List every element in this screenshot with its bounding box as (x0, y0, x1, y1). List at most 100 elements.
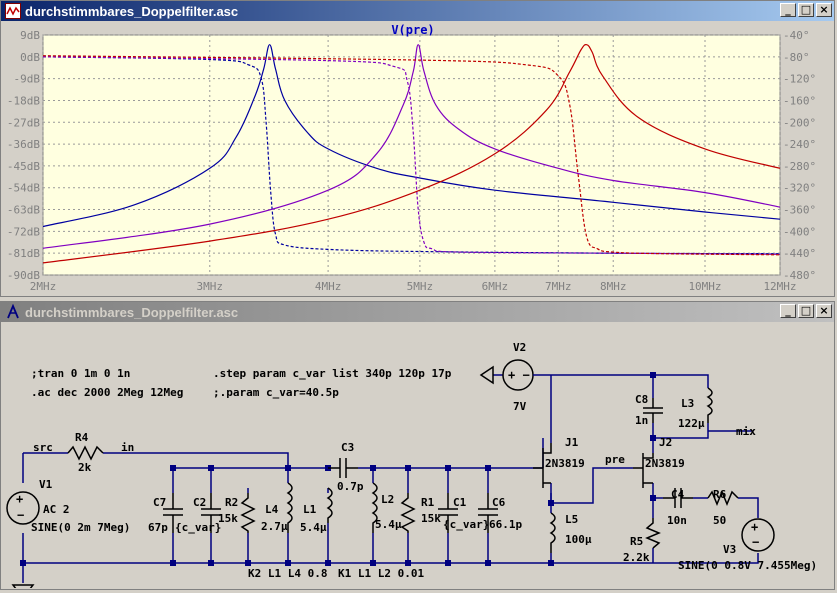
y2-tick-label[interactable]: -40° (783, 29, 810, 42)
svg-text:+ −: + − (508, 368, 530, 382)
y-tick-label[interactable]: -18dB (7, 94, 40, 107)
label-r5: R5 (630, 535, 643, 548)
minimize-button[interactable]: _ (780, 3, 796, 17)
y2-tick-label[interactable]: -80° (783, 51, 810, 64)
label-v1-sine: SINE(0 2m 7Meg) (31, 521, 130, 534)
x-tick-label[interactable]: 8MHz (600, 280, 627, 293)
x-tick-label[interactable]: 6MHz (482, 280, 509, 293)
svg-text:−: − (17, 508, 24, 522)
schematic-maximize-button[interactable]: □ (798, 304, 814, 318)
label-c7: C7 (153, 496, 166, 509)
label-v1-value: AC 2 (43, 503, 70, 516)
close-button[interactable]: × (816, 3, 832, 17)
label-l5: L5 (565, 513, 578, 526)
y2-tick-label[interactable]: -360° (783, 204, 816, 217)
y-tick-label[interactable]: -45dB (7, 160, 40, 173)
label-v2: V2 (513, 341, 526, 354)
label-j1-value: 2N3819 (545, 457, 585, 470)
label-l3: L3 (681, 397, 694, 410)
x-tick-label[interactable]: 3MHz (197, 280, 224, 293)
label-r2-value: 15k (218, 512, 238, 525)
x-tick-label[interactable]: 10MHz (688, 280, 721, 293)
label-l3-value: 122µ (678, 417, 705, 430)
schematic-titlebar[interactable]: durchstimmbares_Doppelfilter.asc _ □ × (1, 302, 834, 322)
schematic-canvas[interactable]: ;tran 0 1m 0 1n .ac dec 2000 2Meg 12Meg … (3, 323, 834, 593)
plot-area[interactable]: V(pre) 9dB 0dB -9dB -18dB -27dB -36dB -45dB -54… (3, 22, 834, 295)
label-r4: R4 (75, 431, 89, 444)
schematic-icon (7, 304, 19, 319)
directive-param[interactable]: ;.param c_var=40.5p (213, 386, 339, 399)
waveform-icon (5, 3, 21, 19)
label-r2: R2 (225, 496, 238, 509)
maximize-button[interactable]: □ (798, 3, 814, 17)
label-l1: L1 (303, 503, 317, 516)
plot-window[interactable]: durchstimmbares_Doppelfilter.asc _ □ × V… (0, 0, 835, 297)
y-tick-label[interactable]: -63dB (7, 204, 40, 217)
label-l4: L4 (265, 503, 279, 516)
plot-background (42, 34, 781, 276)
svg-text:+: + (16, 492, 23, 506)
label-v3: V3 (723, 543, 736, 556)
y-tick-label[interactable]: 9dB (20, 29, 40, 42)
label-r1-value: 15k (421, 512, 441, 525)
x-tick-label[interactable]: 4MHz (315, 280, 342, 293)
label-c7-value: 67p (148, 521, 168, 534)
y-tick-label[interactable]: -54dB (7, 182, 40, 195)
y-tick-label[interactable]: -36dB (7, 138, 40, 151)
label-c3-value: 0.7p (337, 480, 364, 493)
label-r6-value: 50 (713, 514, 726, 527)
label-c4: C4 (671, 488, 685, 501)
label-pre: pre (605, 453, 625, 466)
y-tick-label[interactable]: 0dB (20, 51, 40, 64)
schematic-close-button[interactable]: × (816, 304, 832, 318)
schematic-minimize-button[interactable]: _ (780, 304, 796, 318)
x-tick-label[interactable]: 7MHz (545, 280, 572, 293)
x-tick-label[interactable]: 5MHz (407, 280, 434, 293)
label-c6: C6 (492, 496, 506, 509)
y-tick-label[interactable]: -9dB (14, 73, 41, 86)
x-tick-label[interactable]: 2MHz (30, 280, 57, 293)
y2-tick-label[interactable]: -280° (783, 160, 816, 173)
y2-tick-label[interactable]: -200° (783, 116, 816, 129)
y-tick-label[interactable]: -81dB (7, 247, 40, 260)
svg-text:+: + (751, 520, 758, 534)
label-v1: V1 (39, 478, 53, 491)
directive-tran[interactable]: ;tran 0 1m 0 1n (31, 367, 130, 380)
label-l4-value: 2.7µ (261, 520, 288, 533)
label-v2-value: 7V (513, 400, 527, 413)
label-c4-value: 10n (667, 514, 687, 527)
label-k2: K2 L1 L4 0.8 (248, 567, 327, 580)
directive-step[interactable]: .step param c_var list 340p 120p 17p (213, 367, 452, 380)
schematic[interactable]: ;tran 0 1m 0 1n .ac dec 2000 2Meg 12Meg … (3, 323, 834, 593)
bode-plot[interactable]: V(pre) 9dB0dB-9dB-18dB-27dB-36dB-45dB-54… (3, 22, 834, 295)
label-mix: mix (736, 425, 756, 438)
x-tick-label[interactable]: 12MHz (763, 280, 796, 293)
schematic-window[interactable]: durchstimmbares_Doppelfilter.asc _ □ × ;… (0, 301, 835, 593)
y-tick-label[interactable]: -27dB (7, 116, 40, 129)
label-v3-sine: SINE(0 0.8V 7.455Meg) (678, 559, 817, 572)
label-c8-value: 1n (635, 414, 648, 427)
y2-tick-label[interactable]: -160° (783, 94, 816, 107)
label-j2: J2 (659, 436, 672, 449)
label-c6-value: 66.1p (489, 518, 522, 531)
y2-tick-label[interactable]: -400° (783, 225, 816, 238)
label-j2-value: 2N3819 (645, 457, 685, 470)
label-r5-value: 2.2k (623, 551, 650, 564)
label-r6: R6 (713, 488, 727, 501)
y-tick-label[interactable]: -72dB (7, 225, 40, 238)
label-src: src (33, 441, 53, 454)
label-r1: R1 (421, 496, 435, 509)
label-c1: C1 (453, 496, 467, 509)
y2-tick-label[interactable]: -120° (783, 73, 816, 86)
y2-tick-label[interactable]: -320° (783, 182, 816, 195)
y2-tick-label[interactable]: -240° (783, 138, 816, 151)
label-c2-value: {c_var} (175, 521, 221, 534)
directive-ac[interactable]: .ac dec 2000 2Meg 12Meg (31, 386, 183, 399)
label-l2: L2 (381, 493, 394, 506)
label-l2-value: 5.4µ (375, 518, 402, 531)
label-c3: C3 (341, 441, 354, 454)
label-in: in (121, 441, 134, 454)
plot-titlebar[interactable]: durchstimmbares_Doppelfilter.asc _ □ × (1, 1, 834, 21)
y2-tick-label[interactable]: -440° (783, 247, 816, 260)
schematic-background (3, 323, 834, 588)
